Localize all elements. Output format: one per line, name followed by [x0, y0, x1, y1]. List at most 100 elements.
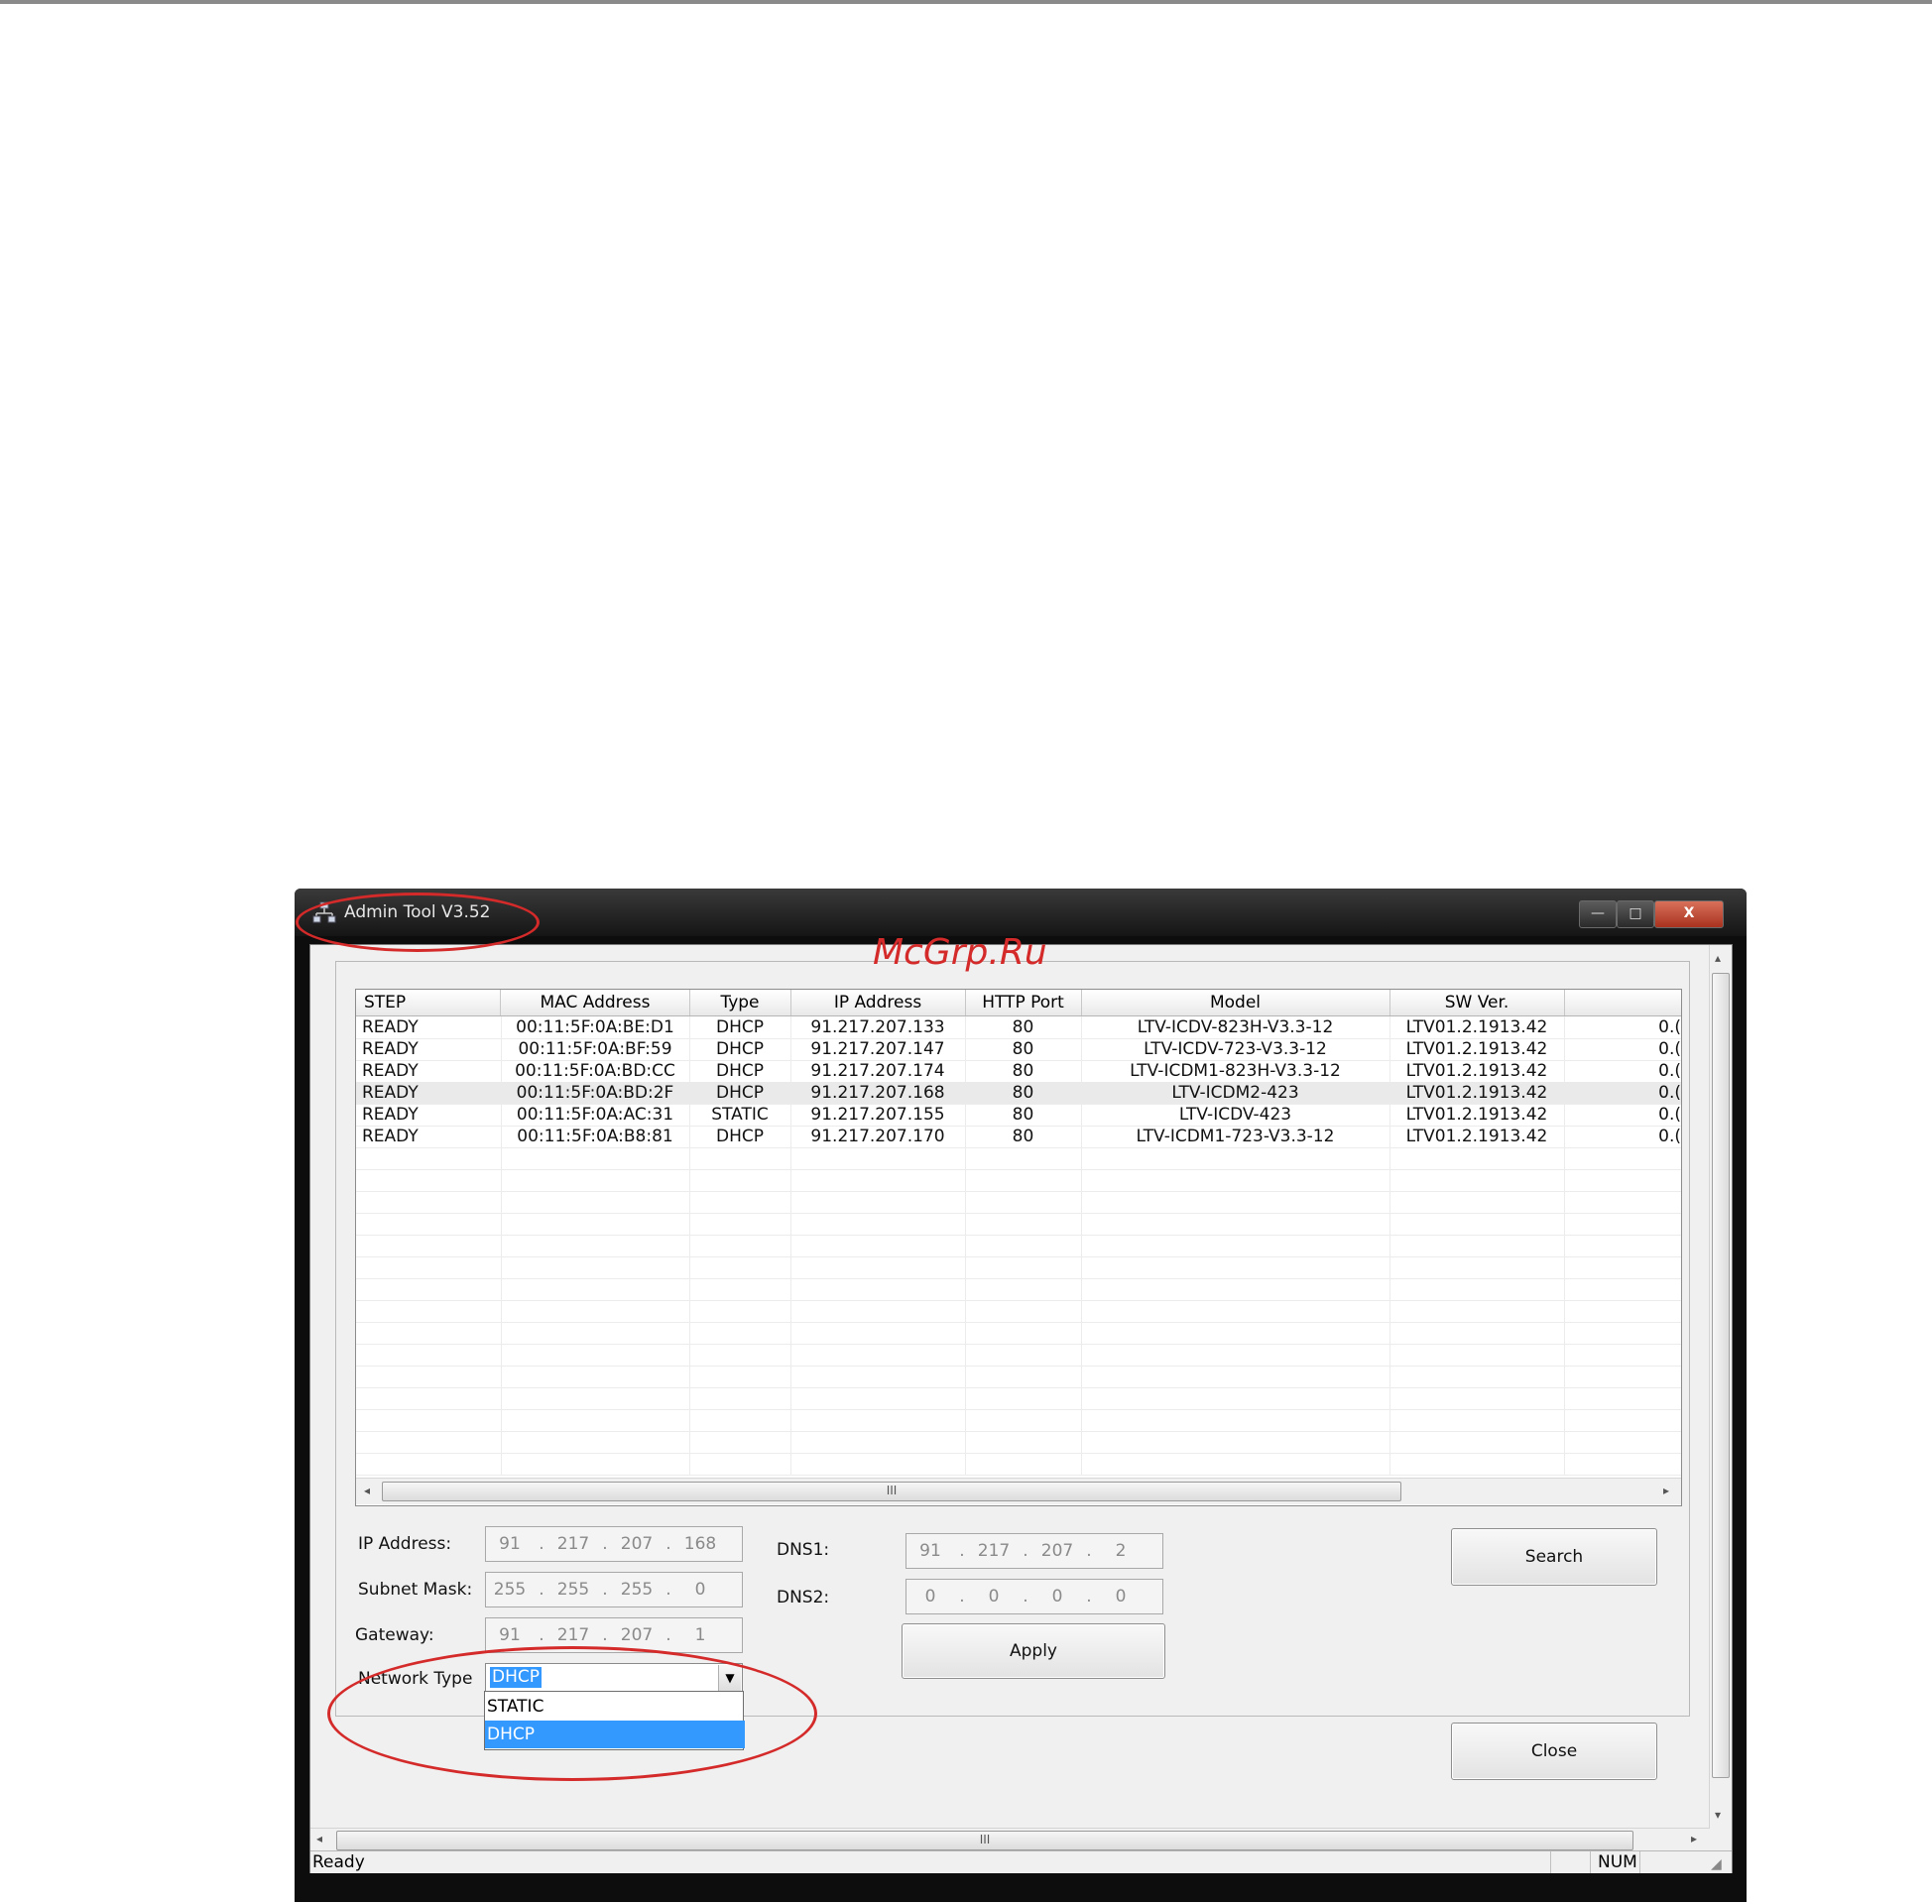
network-type-option-dhcp[interactable]: DHCP	[485, 1721, 745, 1748]
cell-ip: 91.217.207.155	[810, 1105, 945, 1125]
cell-step: READY	[362, 1017, 419, 1037]
empty-row	[356, 1235, 1681, 1257]
close-window-button[interactable]: X	[1654, 900, 1724, 928]
network-type-option-static[interactable]: STATIC	[485, 1693, 745, 1721]
chevron-down-icon[interactable]: ▼	[718, 1665, 741, 1691]
cell-step: READY	[362, 1105, 419, 1125]
network-type-dropdown: STATIC DHCP	[484, 1691, 745, 1750]
watermark: McGrp.Ru	[873, 932, 1047, 973]
table-row[interactable]: READY 00:11:5F:0A:B8:81 DHCP 91.217.207.170…	[356, 1126, 1681, 1148]
cell-model: LTV-ICDM1-723-V3.3-12	[1136, 1127, 1335, 1146]
table-row[interactable]: READY 00:11:5F:0A:BE:D1 DHCP 91.217.207.133…	[356, 1016, 1681, 1039]
empty-row	[356, 1453, 1681, 1476]
ip-address-field[interactable]: 91. 217. 207. 168	[485, 1526, 743, 1562]
empty-row	[356, 1256, 1681, 1279]
cell-extra: 0.(	[1658, 1017, 1681, 1037]
client-area: STEP MAC Address Type IP Address HTTP Po…	[309, 944, 1733, 1873]
cell-model: LTV-ICDV-723-V3.3-12	[1144, 1039, 1327, 1059]
apply-button[interactable]: Apply	[902, 1623, 1165, 1679]
cell-sw-ver: LTV01.2.1913.42	[1405, 1039, 1548, 1059]
cell-sw-ver: LTV01.2.1913.42	[1405, 1083, 1548, 1103]
column-header-mac[interactable]: MAC Address	[501, 990, 690, 1015]
status-text: Ready	[312, 1852, 365, 1872]
admin-tool-window: Admin Tool V3.52 — □ X STEP MAC Address …	[295, 889, 1747, 1902]
empty-row	[356, 1169, 1681, 1192]
subnet-mask-field[interactable]: 255. 255. 255. 0	[485, 1572, 743, 1607]
status-divider	[1550, 1851, 1551, 1873]
cell-mac: 00:11:5F:0A:B8:81	[517, 1127, 673, 1146]
scroll-right-icon[interactable]: ▸	[1691, 1832, 1697, 1845]
dns2-field[interactable]: 0. 0. 0. 0	[906, 1579, 1163, 1614]
table-row[interactable]: READY 00:11:5F:0A:BD:CC DHCP 91.217.207.174…	[356, 1060, 1681, 1083]
dns1-label: DNS1:	[777, 1540, 830, 1560]
cell-extra: 0.(	[1658, 1127, 1681, 1146]
status-bar: Ready NUM ◢	[310, 1850, 1732, 1873]
scroll-left-icon[interactable]: ◂	[316, 1832, 322, 1845]
status-divider	[1590, 1851, 1591, 1873]
table-row[interactable]: READY 00:11:5F:0A:BF:59 DHCP 91.217.207.147…	[356, 1038, 1681, 1061]
column-header-http-port[interactable]: HTTP Port	[965, 990, 1082, 1015]
maximize-button[interactable]: □	[1617, 900, 1654, 928]
cell-model: LTV-ICDM1-823H-V3.3-12	[1130, 1061, 1341, 1081]
cell-extra: 0.(	[1658, 1061, 1681, 1081]
cell-http-port: 80	[1012, 1083, 1034, 1103]
column-header-ip[interactable]: IP Address	[790, 990, 966, 1015]
cell-type: DHCP	[716, 1127, 764, 1146]
minimize-button[interactable]: —	[1579, 900, 1617, 928]
empty-row	[356, 1278, 1681, 1301]
cell-model: LTV-ICDM2-423	[1171, 1083, 1299, 1103]
ip-address-label: IP Address:	[358, 1534, 452, 1554]
cell-mac: 00:11:5F:0A:BD:2F	[516, 1083, 674, 1103]
cell-sw-ver: LTV01.2.1913.42	[1405, 1105, 1548, 1125]
cell-sw-ver: LTV01.2.1913.42	[1405, 1127, 1548, 1146]
cell-http-port: 80	[1012, 1017, 1034, 1037]
network-type-value: DHCP	[490, 1667, 542, 1688]
empty-row	[356, 1300, 1681, 1323]
network-type-label: Network Type	[358, 1669, 473, 1689]
subnet-mask-label: Subnet Mask:	[358, 1580, 473, 1600]
cell-http-port: 80	[1012, 1127, 1034, 1146]
cell-mac: 00:11:5F:0A:AC:31	[516, 1105, 674, 1125]
cell-step: READY	[362, 1061, 419, 1081]
title-bar[interactable]: Admin Tool V3.52 — □ X	[295, 889, 1747, 936]
network-type-combo[interactable]: DHCP ▼	[485, 1663, 743, 1693]
column-header-type[interactable]: Type	[689, 990, 791, 1015]
minimize-icon: —	[1591, 905, 1605, 921]
window-vscroll-thumb[interactable]	[1712, 973, 1730, 1778]
cell-extra: 0.(	[1658, 1105, 1681, 1125]
list-scroll-thumb[interactable]: III	[382, 1482, 1401, 1501]
column-header-sw-ver[interactable]: SW Ver.	[1389, 990, 1565, 1015]
cell-model: LTV-ICDV-823H-V3.3-12	[1137, 1017, 1334, 1037]
empty-row	[356, 1387, 1681, 1410]
device-list[interactable]: STEP MAC Address Type IP Address HTTP Po…	[355, 989, 1682, 1506]
list-horizontal-scrollbar[interactable]: ◂ III ▸	[356, 1478, 1681, 1504]
scroll-left-icon[interactable]: ◂	[364, 1484, 370, 1497]
window-hscroll-thumb[interactable]: III	[336, 1831, 1633, 1850]
resize-grip-icon[interactable]: ◢	[1711, 1853, 1722, 1875]
page-top-rule	[0, 0, 1932, 4]
column-header-extra[interactable]	[1564, 990, 1681, 1015]
scroll-up-icon[interactable]: ▴	[1715, 951, 1721, 965]
status-divider	[1639, 1851, 1640, 1873]
gateway-field[interactable]: 91. 217. 207. 1	[485, 1617, 743, 1653]
dns1-field[interactable]: 91. 217. 207. 2	[906, 1533, 1163, 1569]
table-row[interactable]: READY 00:11:5F:0A:AC:31 STATIC 91.217.207.1…	[356, 1104, 1681, 1127]
window-title: Admin Tool V3.52	[344, 902, 491, 922]
close-button[interactable]: Close	[1451, 1723, 1657, 1780]
window-vertical-scrollbar[interactable]: ▴ ▾	[1709, 945, 1732, 1828]
cell-type: DHCP	[716, 1061, 764, 1081]
cell-type: DHCP	[716, 1039, 764, 1059]
scroll-down-icon[interactable]: ▾	[1715, 1808, 1721, 1822]
column-header-model[interactable]: Model	[1081, 990, 1390, 1015]
scroll-grip-icon: III	[886, 1484, 898, 1497]
cell-mac: 00:11:5F:0A:BF:59	[518, 1039, 672, 1059]
cell-step: READY	[362, 1127, 419, 1146]
cell-step: READY	[362, 1083, 419, 1103]
column-header-step[interactable]: STEP	[356, 990, 501, 1015]
window-horizontal-scrollbar[interactable]: ◂ III ▸	[310, 1828, 1710, 1850]
gateway-label: Gateway:	[355, 1625, 434, 1645]
empty-row	[356, 1147, 1681, 1170]
table-row[interactable]: READY 00:11:5F:0A:BD:2F DHCP 91.217.207.168…	[356, 1082, 1681, 1105]
search-button[interactable]: Search	[1451, 1528, 1657, 1586]
scroll-right-icon[interactable]: ▸	[1663, 1484, 1669, 1497]
